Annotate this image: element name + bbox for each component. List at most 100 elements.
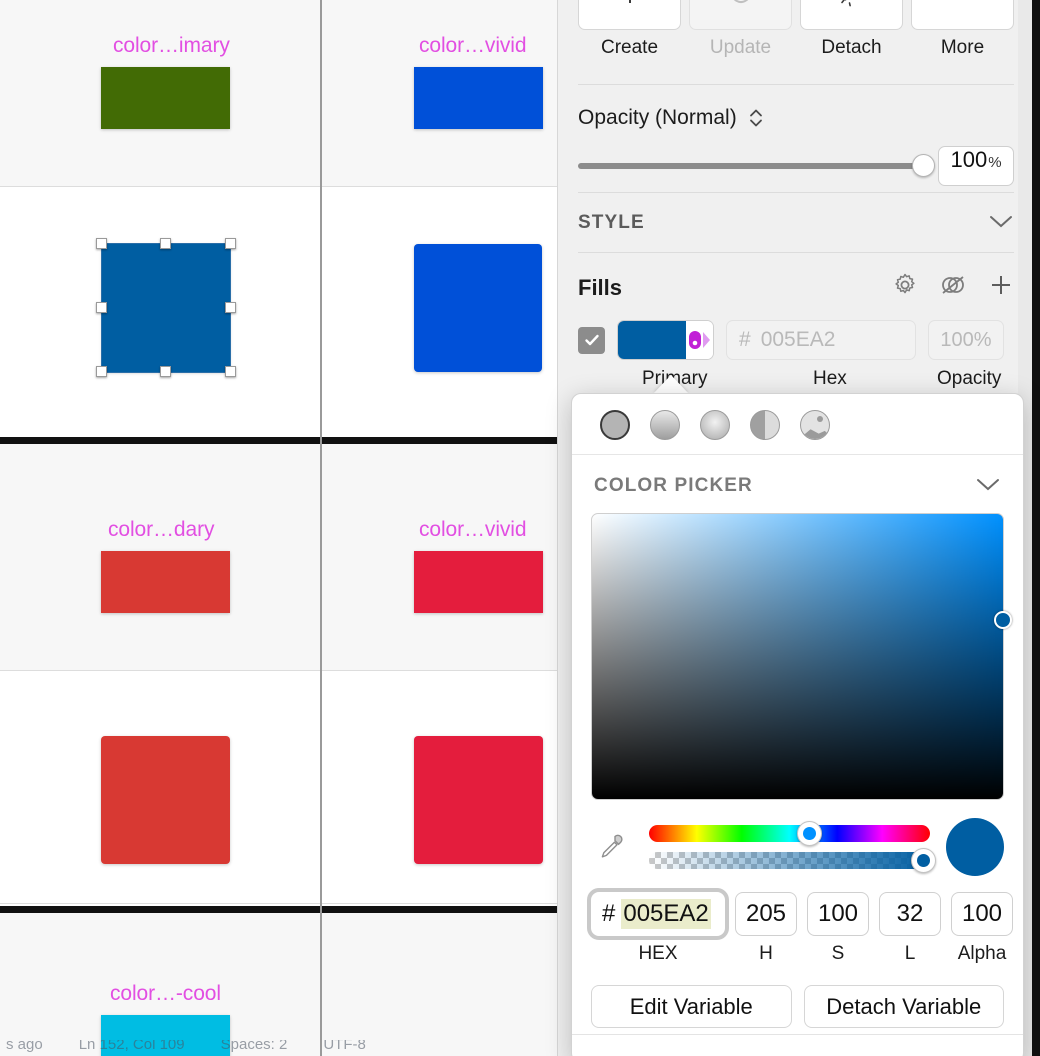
status-bar: s ago Ln 152, Col 109 Spaces: 2 UTF-8: [0, 1040, 557, 1056]
window-edge: [1032, 0, 1040, 1056]
resize-handle-n[interactable]: [160, 238, 171, 249]
image-fill-icon[interactable]: [800, 410, 830, 440]
fill-opacity-field[interactable]: 100%: [928, 320, 1004, 360]
create-label: Create: [600, 37, 659, 58]
column-label-hex: Hex: [813, 368, 847, 389]
saturation-input[interactable]: 100: [807, 892, 869, 936]
alpha-caption: Alpha: [957, 943, 1007, 964]
popover-caret: [653, 375, 689, 394]
opacity-value-field[interactable]: 100 %: [938, 146, 1014, 186]
resize-handle-ne[interactable]: [225, 238, 236, 249]
lightness-caption: L: [904, 943, 916, 964]
hue-slider[interactable]: [649, 821, 930, 846]
update-action: Update: [689, 0, 792, 59]
chevron-down-icon[interactable]: [975, 476, 1001, 497]
opacity-label: Opacity (Normal): [578, 106, 737, 129]
style-section-header[interactable]: STYLE: [578, 212, 1014, 234]
linear-gradient-icon[interactable]: [650, 410, 680, 440]
more-button[interactable]: [911, 0, 1014, 30]
resize-handle-s[interactable]: [160, 366, 171, 377]
hex-prefix-symbol: #: [602, 900, 616, 927]
swatch-label: color…vivid: [419, 518, 527, 541]
fills-header: Fills: [578, 272, 1014, 303]
solid-fill-icon[interactable]: [600, 410, 630, 440]
hex-input-value: 005EA2: [621, 899, 711, 929]
opacity-slider[interactable]: [578, 154, 935, 177]
detach-button[interactable]: [800, 0, 903, 30]
status-indentation[interactable]: Spaces: 2: [221, 1040, 288, 1056]
angular-gradient-icon[interactable]: [750, 410, 780, 440]
status-encoding[interactable]: UTF-8: [323, 1040, 366, 1056]
saturation-input-value: 100: [817, 900, 859, 927]
fill-type-selector: [572, 394, 1023, 455]
panel-divider: [578, 84, 1014, 85]
opacity-control: Opacity (Normal) 100 %: [578, 106, 1014, 186]
blend-mode-stepper-icon[interactable]: [747, 106, 765, 130]
radial-gradient-icon[interactable]: [700, 410, 730, 440]
detach-variable-button[interactable]: Detach Variable: [803, 985, 1004, 1028]
hex-prefix: #: [739, 328, 751, 351]
eyedropper-icon[interactable]: [591, 828, 633, 866]
saturation-value-field[interactable]: [591, 513, 1012, 800]
color-swatch[interactable]: [101, 551, 230, 613]
canvas-divider: [322, 186, 557, 187]
refresh-icon: [726, 0, 756, 13]
opacity-slider-knob[interactable]: [912, 154, 935, 177]
gear-icon[interactable]: [892, 272, 918, 303]
color-picker-title: COLOR PICKER: [594, 475, 753, 496]
variable-icon[interactable]: [686, 321, 713, 359]
hex-caption: HEX: [638, 943, 678, 964]
edit-variable-button[interactable]: Edit Variable: [591, 985, 792, 1028]
color-swatch[interactable]: [414, 736, 543, 864]
create-action[interactable]: Create: [578, 0, 681, 59]
variable-buttons-row: Edit Variable Detach Variable: [572, 965, 1023, 1028]
detach-icon: [837, 0, 867, 13]
hue-input-value: 205: [745, 900, 787, 927]
hex-input[interactable]: # 005EA2: [587, 888, 729, 940]
resize-handle-w[interactable]: [96, 302, 107, 313]
color-swatch[interactable]: [414, 551, 543, 613]
resize-handle-nw[interactable]: [96, 238, 107, 249]
saturation-value-marker[interactable]: [994, 611, 1012, 629]
resize-handle-se[interactable]: [225, 366, 236, 377]
color-swatch[interactable]: [101, 67, 230, 129]
alpha-input-value: 100: [961, 900, 1003, 927]
add-fill-icon[interactable]: [988, 272, 1014, 303]
color-sliders: [572, 800, 1023, 876]
lightness-input[interactable]: 32: [879, 892, 941, 936]
popover-footer-divider: [572, 1034, 1023, 1035]
more-action[interactable]: More: [911, 0, 1014, 59]
hue-slider-knob[interactable]: [797, 821, 823, 846]
color-picker-header[interactable]: COLOR PICKER: [572, 455, 1023, 513]
resize-handle-sw[interactable]: [96, 366, 107, 377]
create-button[interactable]: [578, 0, 681, 30]
canvas-section-bar: [322, 437, 557, 444]
opacity-unit: %: [988, 154, 1002, 171]
alpha-input[interactable]: 100: [951, 892, 1013, 936]
resize-handle-e[interactable]: [225, 302, 236, 313]
fill-opacity-value: 100%: [940, 328, 992, 351]
hex-field-group: # 005EA2 HEX: [587, 888, 729, 965]
fill-row: # 005EA2 100%: [578, 320, 1014, 360]
hue-input[interactable]: 205: [735, 892, 797, 936]
hue-field-group: 205 H: [735, 892, 797, 965]
fill-color-chip[interactable]: [617, 320, 714, 360]
design-canvas[interactable]: color…imary color…vivid color…dary color…: [0, 0, 557, 1056]
chevron-down-icon[interactable]: [988, 213, 1014, 234]
color-swatch[interactable]: [414, 67, 543, 129]
fill-visibility-checkbox[interactable]: [578, 326, 605, 354]
detach-action[interactable]: Detach: [800, 0, 903, 59]
swatch-label: color…vivid: [419, 34, 527, 57]
alpha-slider-knob[interactable]: [911, 848, 936, 873]
color-swatch[interactable]: [101, 736, 230, 864]
plus-icon: [615, 0, 645, 13]
color-swatch[interactable]: [414, 244, 542, 372]
status-cursor-position[interactable]: Ln 152, Col 109: [79, 1040, 185, 1056]
blend-icon[interactable]: [940, 272, 966, 303]
alpha-slider[interactable]: [649, 848, 936, 873]
color-picker-popover: COLOR PICKER # 005EA2 HEX 205 H 100 S 32…: [571, 393, 1024, 1056]
fill-hex-field[interactable]: # 005EA2: [726, 320, 916, 360]
canvas-divider: [0, 903, 320, 904]
fill-color-preview[interactable]: [618, 321, 686, 359]
variable-actions-row: Create Update Detach More: [578, 0, 1014, 59]
